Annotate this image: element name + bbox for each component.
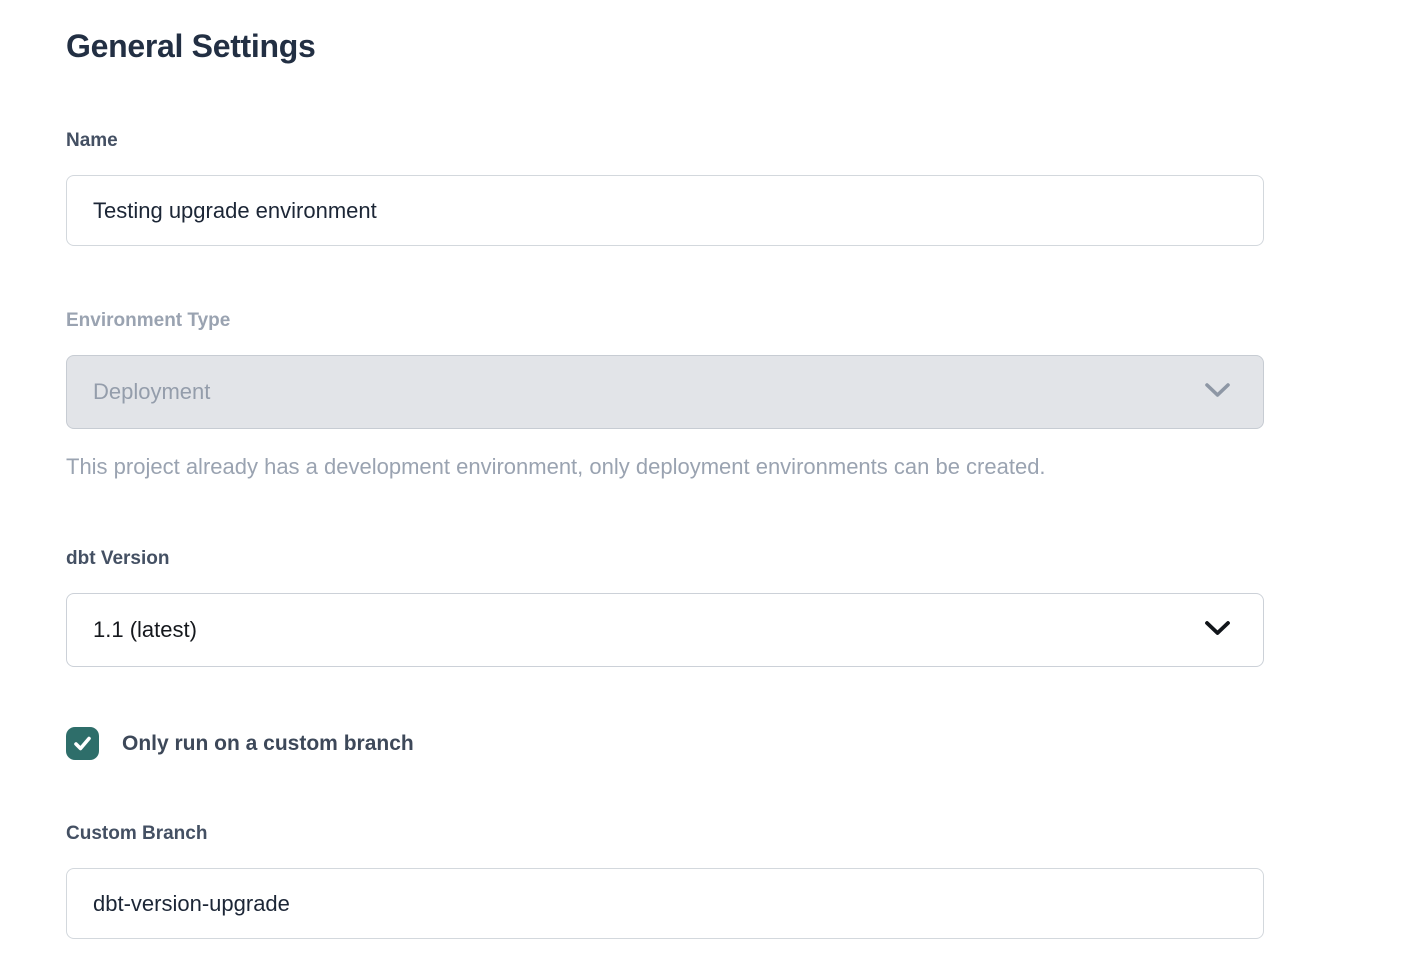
general-settings-page: General Settings Name Environment Type D… [0,0,1406,958]
dbt-version-value: 1.1 (latest) [93,617,197,643]
custom-branch-input[interactable] [66,868,1264,939]
dbt-version-label: dbt Version [66,547,1264,570]
custom-branch-checkbox-label[interactable]: Only run on a custom branch [122,732,414,756]
environment-type-label: Environment Type [66,309,1264,332]
general-settings-panel: General Settings Name Environment Type D… [0,0,1264,939]
page-title: General Settings [66,26,1264,66]
chevron-down-icon [1204,379,1231,405]
name-input[interactable] [66,175,1264,246]
environment-type-select: Deployment [66,355,1264,429]
field-dbt-version: dbt Version 1.1 (latest) [66,547,1264,667]
chevron-down-icon [1204,617,1231,643]
custom-branch-label: Custom Branch [66,822,1264,845]
field-name: Name [66,129,1264,246]
name-label: Name [66,129,1264,152]
field-custom-branch: Custom Branch [66,822,1264,939]
field-environment-type: Environment Type Deployment This project… [66,309,1264,481]
environment-type-helper: This project already has a development e… [66,453,1264,481]
check-icon [72,733,93,754]
dbt-version-select[interactable]: 1.1 (latest) [66,593,1264,667]
custom-branch-checkbox-row: Only run on a custom branch [66,727,1264,760]
custom-branch-checkbox[interactable] [66,727,99,760]
environment-type-value: Deployment [93,379,210,405]
